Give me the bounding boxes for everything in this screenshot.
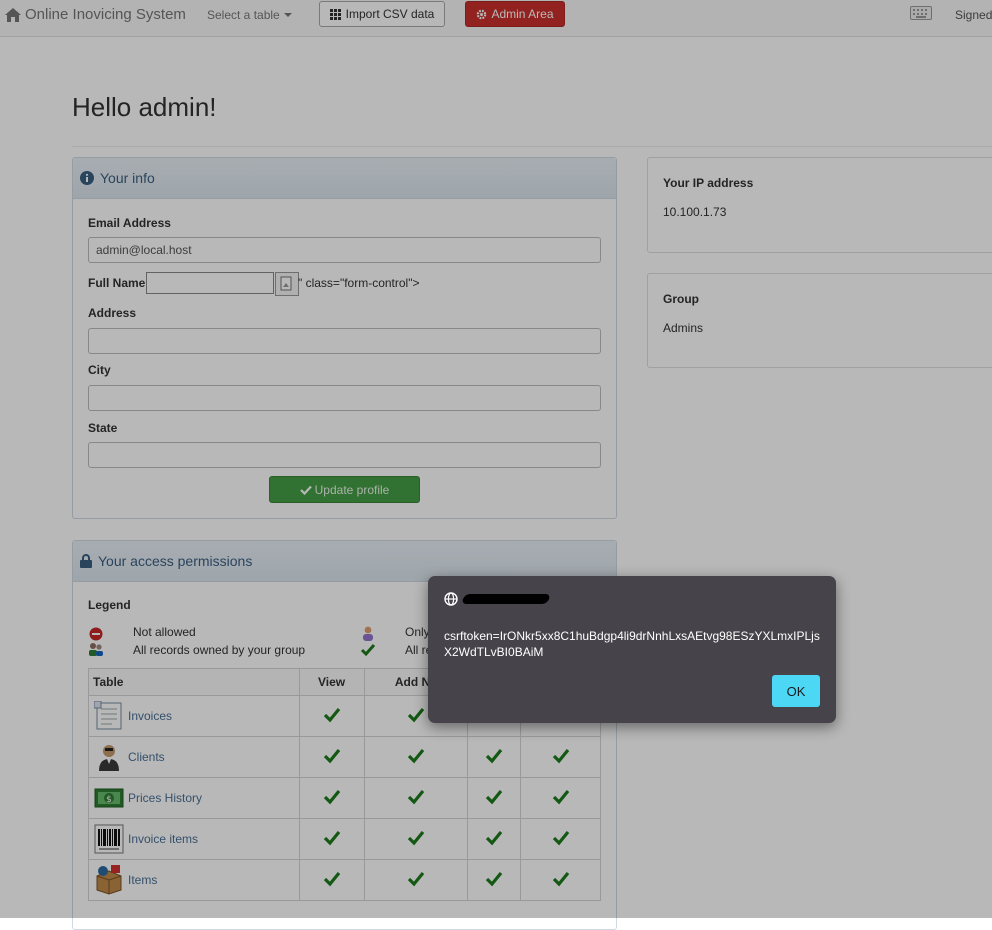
dialog-message: csrftoken=IrONkr5xx8C1huBdgp4li9drNnhLxs…	[444, 629, 820, 659]
modal-overlay	[0, 0, 992, 918]
ok-button[interactable]: OK	[772, 675, 820, 707]
alert-dialog: csrftoken=IrONkr5xx8C1huBdgp4li9drNnhLxs…	[428, 576, 836, 723]
globe-icon	[444, 592, 458, 606]
dialog-origin	[444, 592, 551, 606]
redacted-origin	[461, 594, 551, 604]
